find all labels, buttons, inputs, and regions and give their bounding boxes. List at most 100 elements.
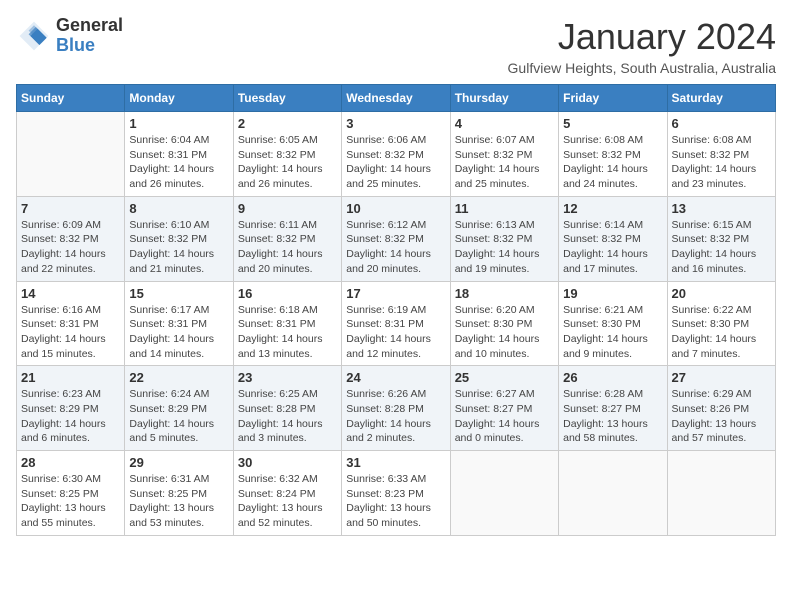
day-info: Sunrise: 6:31 AM Sunset: 8:25 PM Daylight:… xyxy=(129,472,228,531)
sunrise-label: Sunrise: 6:06 AM xyxy=(346,134,426,146)
day-info: Sunrise: 6:22 AMSunset: 8:30 PMDaylight:… xyxy=(672,303,771,362)
day-number: 29 xyxy=(129,455,228,470)
daylight-minutes: and 15 minutes. xyxy=(21,348,96,360)
daylight-minutes: and 20 minutes. xyxy=(238,263,313,275)
calendar-cell xyxy=(667,451,775,536)
day-info: Sunrise: 6:23 AMSunset: 8:29 PMDaylight:… xyxy=(21,387,120,446)
title-block: January 2024 Gulfview Heights, South Aus… xyxy=(508,16,776,76)
daylight-minutes: and 10 minutes. xyxy=(455,348,530,360)
sunrise-label: Sunrise: 6:20 AM xyxy=(455,304,535,316)
calendar-cell: 27Sunrise: 6:29 AMSunset: 8:26 PMDayligh… xyxy=(667,366,775,451)
logo-icon xyxy=(16,18,52,54)
daylight-minutes: and 24 minutes. xyxy=(563,178,638,190)
daylight-minutes: and 3 minutes. xyxy=(238,432,307,444)
weekday-header: Monday xyxy=(125,85,233,112)
sunset-label: Sunset: 8:28 PM xyxy=(346,403,424,415)
day-number: 12 xyxy=(563,201,662,216)
sunset-label: Sunset: 8:32 PM xyxy=(129,233,207,245)
sunset-label: Sunset: 8:32 PM xyxy=(346,233,424,245)
day-info: Sunrise: 6:24 AMSunset: 8:29 PMDaylight:… xyxy=(129,387,228,446)
sunset-label: Sunset: 8:31 PM xyxy=(238,318,316,330)
calendar-row: 14Sunrise: 6:16 AMSunset: 8:31 PMDayligh… xyxy=(17,281,776,366)
daylight-minutes: and 50 minutes. xyxy=(346,517,421,529)
daylight-label: Daylight: 14 hours xyxy=(455,248,540,260)
day-info: Sunrise: 6:09 AMSunset: 8:32 PMDaylight:… xyxy=(21,218,120,277)
sunset-label: Sunset: 8:26 PM xyxy=(672,403,750,415)
daylight-label: Daylight: 14 hours xyxy=(21,333,106,345)
sunrise-label: Sunrise: 6:05 AM xyxy=(238,134,318,146)
sunrise-label: Sunrise: 6:31 AM xyxy=(129,473,209,485)
sunrise-label: Sunrise: 6:08 AM xyxy=(563,134,643,146)
calendar-cell: 31Sunrise: 6:33 AMSunset: 8:23 PMDayligh… xyxy=(342,451,450,536)
sunrise-label: Sunrise: 6:13 AM xyxy=(455,219,535,231)
day-info: Sunrise: 6:14 AMSunset: 8:32 PMDaylight:… xyxy=(563,218,662,277)
daylight-minutes: and 16 minutes. xyxy=(672,263,747,275)
daylight-minutes: and 2 minutes. xyxy=(346,432,415,444)
day-number: 17 xyxy=(346,286,445,301)
daylight-label: Daylight: 14 hours xyxy=(346,333,431,345)
daylight-label: Daylight: 14 hours xyxy=(672,248,757,260)
day-info: Sunrise: 6:07 AMSunset: 8:32 PMDaylight:… xyxy=(455,133,554,192)
day-info: Sunrise: 6:17 AMSunset: 8:31 PMDaylight:… xyxy=(129,303,228,362)
day-number: 2 xyxy=(238,116,337,131)
day-info: Sunrise: 6:11 AMSunset: 8:32 PMDaylight:… xyxy=(238,218,337,277)
daylight-minutes: and 22 minutes. xyxy=(21,263,96,275)
sunset-label: Sunset: 8:25 PM xyxy=(129,488,207,500)
day-number: 25 xyxy=(455,370,554,385)
daylight-minutes: and 6 minutes. xyxy=(21,432,90,444)
day-number: 5 xyxy=(563,116,662,131)
daylight-label: Daylight: 14 hours xyxy=(21,248,106,260)
calendar-cell xyxy=(17,112,125,197)
sunset-label: Sunset: 8:25 PM xyxy=(21,488,99,500)
day-number: 22 xyxy=(129,370,228,385)
calendar-table: SundayMondayTuesdayWednesdayThursdayFrid… xyxy=(16,84,776,536)
day-number: 3 xyxy=(346,116,445,131)
calendar-cell: 25Sunrise: 6:27 AMSunset: 8:27 PMDayligh… xyxy=(450,366,558,451)
daylight-label: Daylight: 13 hours xyxy=(129,502,214,514)
day-info: Sunrise: 6:05 AMSunset: 8:32 PMDaylight:… xyxy=(238,133,337,192)
day-info: Sunrise: 6:04 AMSunset: 8:31 PMDaylight:… xyxy=(129,133,228,192)
sunset-label: Sunset: 8:32 PM xyxy=(672,149,750,161)
day-number: 4 xyxy=(455,116,554,131)
daylight-minutes: and 57 minutes. xyxy=(672,432,747,444)
daylight-label: Daylight: 14 hours xyxy=(238,333,323,345)
day-number: 16 xyxy=(238,286,337,301)
sunrise-label: Sunrise: 6:09 AM xyxy=(21,219,101,231)
sunrise-label: Sunrise: 6:33 AM xyxy=(346,473,426,485)
day-number: 7 xyxy=(21,201,120,216)
daylight-minutes: and 12 minutes. xyxy=(346,348,421,360)
sunset-label: Sunset: 8:31 PM xyxy=(346,318,424,330)
weekday-header: Wednesday xyxy=(342,85,450,112)
sunset-label: Sunset: 8:30 PM xyxy=(563,318,641,330)
sunset-label: Sunset: 8:32 PM xyxy=(455,149,533,161)
calendar-cell: 10Sunrise: 6:12 AMSunset: 8:32 PMDayligh… xyxy=(342,196,450,281)
daylight-minutes: and 23 minutes. xyxy=(672,178,747,190)
daylight-label: Daylight: 14 hours xyxy=(455,333,540,345)
daylight-label: Daylight: 13 hours xyxy=(672,418,757,430)
daylight-label: Daylight: 14 hours xyxy=(455,163,540,175)
sunrise-label: Sunrise: 6:24 AM xyxy=(129,388,209,400)
sunrise-label: Sunrise: 6:23 AM xyxy=(21,388,101,400)
calendar-cell: 9Sunrise: 6:11 AMSunset: 8:32 PMDaylight… xyxy=(233,196,341,281)
daylight-minutes: and 20 minutes. xyxy=(346,263,421,275)
sunset-label: Sunset: 8:29 PM xyxy=(21,403,99,415)
calendar-cell: 2 Sunrise: 6:05 AMSunset: 8:32 PMDaylight… xyxy=(233,112,341,197)
daylight-label: Daylight: 14 hours xyxy=(672,163,757,175)
daylight-minutes: and 58 minutes. xyxy=(563,432,638,444)
calendar-cell: 28Sunrise: 6:30 AMSunset: 8:25 PMDayligh… xyxy=(17,451,125,536)
day-number: 10 xyxy=(346,201,445,216)
daylight-label: Daylight: 13 hours xyxy=(346,502,431,514)
calendar-cell: 3Sunrise: 6:06 AMSunset: 8:32 PMDaylight… xyxy=(342,112,450,197)
daylight-minutes: and 7 minutes. xyxy=(672,348,741,360)
calendar-cell: 14Sunrise: 6:16 AMSunset: 8:31 PMDayligh… xyxy=(17,281,125,366)
calendar-cell: 26Sunrise: 6:28 AMSunset: 8:27 PMDayligh… xyxy=(559,366,667,451)
daylight-label: Daylight: 14 hours xyxy=(238,163,323,175)
sunset-label: Sunset: 8:32 PM xyxy=(238,233,316,245)
day-info: Sunrise: 6:29 AMSunset: 8:26 PMDaylight:… xyxy=(672,387,771,446)
daylight-minutes: and 14 minutes. xyxy=(129,348,204,360)
daylight-label: Daylight: 14 hours xyxy=(346,418,431,430)
page-header: General Blue January 2024 Gulfview Heigh… xyxy=(16,16,776,76)
daylight-minutes: and 55 minutes. xyxy=(21,517,96,529)
day-info: Sunrise: 6:08 AMSunset: 8:32 PMDaylight:… xyxy=(563,133,662,192)
day-info: Sunrise: 6:16 AMSunset: 8:31 PMDaylight:… xyxy=(21,303,120,362)
